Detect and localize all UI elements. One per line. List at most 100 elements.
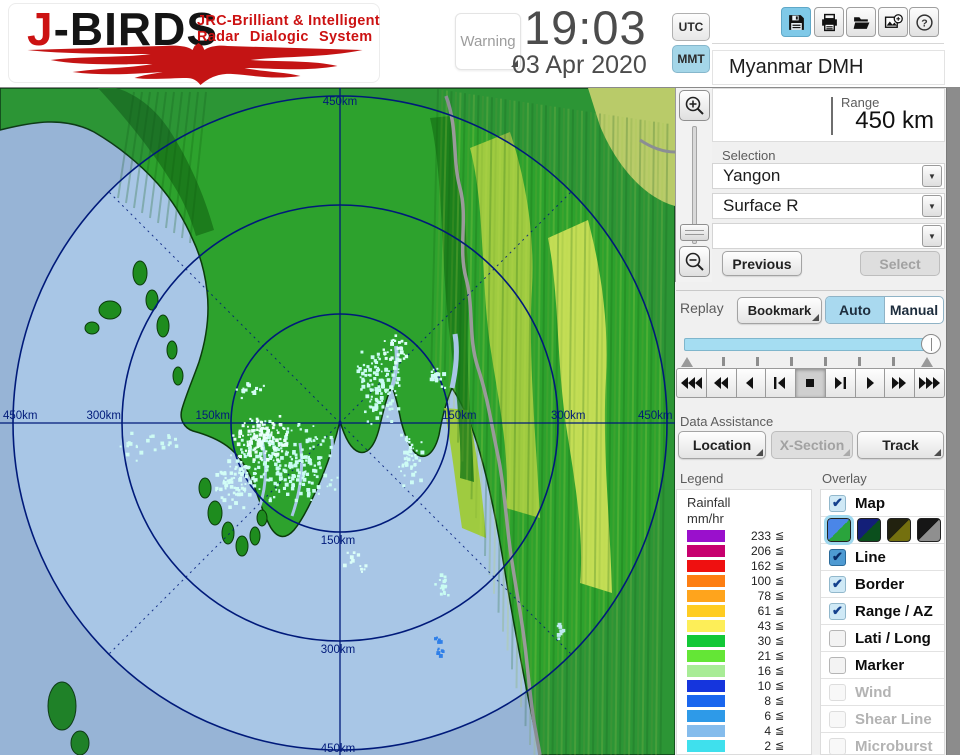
- range-ring-label: 450km: [321, 743, 356, 755]
- lte-symbol: ≦: [775, 545, 785, 557]
- print-button[interactable]: [814, 7, 844, 37]
- legend-panel: Rainfall mm/hr 233 ≦ 206 ≦ 162 ≦ 100 ≦ 78 ≦ 61 ≦ 43 ≦…: [676, 489, 812, 755]
- fast-rewind-button[interactable]: [705, 368, 737, 398]
- jump-forward-button[interactable]: [914, 368, 946, 398]
- corner-resize-icon: [934, 449, 941, 456]
- overlay-item-label: Range / AZ: [855, 602, 933, 620]
- help-button[interactable]: ?: [909, 7, 939, 37]
- section-divider: [676, 290, 944, 291]
- legend-color-swatch: [687, 635, 725, 647]
- map-zoom-controls: [675, 88, 712, 282]
- printer-icon: [821, 13, 837, 31]
- legend-row: 78 ≦: [677, 589, 813, 604]
- play-reverse-button[interactable]: [735, 368, 767, 398]
- product-dropdown[interactable]: Surface R ▼: [712, 193, 945, 219]
- fast-forward-button[interactable]: [884, 368, 916, 398]
- utc-toggle-button[interactable]: UTC: [672, 13, 710, 41]
- legend-value: 30: [757, 634, 771, 648]
- legend-value: 8: [764, 694, 771, 708]
- range-ring-label: 150km: [321, 535, 356, 547]
- help-icon: ?: [915, 13, 933, 31]
- lte-symbol: ≦: [775, 530, 785, 542]
- header: J-BIRDS JRC-Brilliant & Intelligent Rada…: [0, 0, 960, 88]
- stop-button[interactable]: [795, 368, 826, 398]
- slider-tick: [858, 357, 861, 366]
- legend-row: 100 ≦: [677, 574, 813, 589]
- bookmark-button[interactable]: Bookmark: [737, 297, 822, 324]
- overlay-row-range-az: Range / AZ: [821, 598, 944, 625]
- play-button[interactable]: [854, 368, 886, 398]
- site-dropdown[interactable]: Yangon ▼: [712, 163, 945, 189]
- legend-label: Legend: [680, 471, 724, 486]
- manual-label: Manual: [889, 302, 939, 318]
- overlay-item-label: Microburst: [855, 737, 933, 755]
- overlay-item-label: Border: [855, 575, 905, 593]
- folder-icon: [853, 16, 869, 29]
- chevron-down-icon[interactable]: ▼: [922, 225, 942, 247]
- open-folder-button[interactable]: [846, 7, 876, 37]
- legend-value: 61: [757, 604, 771, 618]
- button-label: Track: [882, 437, 919, 453]
- jump-back-button[interactable]: [676, 368, 707, 398]
- checkbox-line[interactable]: [829, 548, 846, 566]
- fast-rewind-icon: [713, 377, 728, 389]
- auto-mode-button[interactable]: Auto: [826, 297, 884, 323]
- extra-dropdown[interactable]: ▼: [712, 223, 945, 249]
- save-button[interactable]: [781, 7, 811, 37]
- replay-slider-track[interactable]: [684, 338, 936, 351]
- overlay-panel: Map Line Border Range / AZ Lati / Long Marker…: [820, 489, 945, 755]
- checkbox-map[interactable]: [829, 494, 846, 512]
- lte-symbol: ≦: [775, 695, 785, 707]
- map-style-swatch-2[interactable]: [857, 518, 881, 542]
- play-icon: [866, 377, 874, 389]
- replay-slider-thumb[interactable]: [921, 334, 941, 354]
- legend-color-swatch: [687, 695, 725, 707]
- legend-row: 10 ≦: [677, 679, 813, 694]
- window-edge-strip: [946, 88, 960, 755]
- checkbox-lati-long[interactable]: [829, 629, 846, 647]
- mmt-toggle-button[interactable]: MMT: [672, 45, 710, 73]
- track-button[interactable]: Track: [857, 431, 944, 459]
- legend-row: 16 ≦: [677, 664, 813, 679]
- jump-forward-icon: [919, 377, 941, 389]
- step-back-button[interactable]: [765, 368, 797, 398]
- chevron-down-icon[interactable]: ▼: [922, 195, 942, 217]
- radar-map[interactable]: 450km 300km 150km 150km 300km 450km 450km 150km…: [0, 88, 675, 755]
- legend-color-swatch: [687, 680, 725, 692]
- snapshot-button[interactable]: [878, 7, 908, 37]
- select-button[interactable]: Select: [860, 251, 940, 276]
- legend-color-swatch: [687, 650, 725, 662]
- lte-symbol: ≦: [775, 620, 785, 632]
- legend-color-swatch: [687, 605, 725, 617]
- slider-tick: [722, 357, 725, 366]
- previous-button[interactable]: Previous: [722, 251, 802, 276]
- map-style-swatch-3[interactable]: [887, 518, 911, 542]
- slider-end-marker: [921, 357, 933, 367]
- slider-tick: [756, 357, 759, 366]
- zoom-slider-thumb[interactable]: [680, 224, 709, 241]
- chevron-down-icon[interactable]: ▼: [922, 165, 942, 187]
- step-forward-button[interactable]: [824, 368, 856, 398]
- overlay-row-marker: Marker: [821, 652, 944, 679]
- range-ring-label: 450km: [3, 410, 38, 422]
- range-ring-label: 150km: [442, 410, 477, 422]
- manual-mode-button[interactable]: Manual: [884, 297, 943, 323]
- legend-color-swatch: [687, 740, 725, 752]
- zoom-out-button[interactable]: [679, 246, 710, 277]
- overlay-row-microburst: Microburst: [821, 733, 944, 755]
- legend-row: 6 ≦: [677, 709, 813, 724]
- legend-unit: mm/hr: [687, 511, 724, 526]
- legend-color-swatch: [687, 665, 725, 677]
- legend-value: 6: [764, 709, 771, 723]
- lte-symbol: ≦: [775, 605, 785, 617]
- x-section-button[interactable]: X-Section: [771, 431, 853, 459]
- overlay-row-line: Line: [821, 544, 944, 571]
- zoom-in-button[interactable]: [679, 90, 710, 121]
- range-divider: [831, 97, 833, 135]
- checkbox-marker[interactable]: [829, 656, 846, 674]
- checkbox-border[interactable]: [829, 575, 846, 593]
- location-button[interactable]: Location: [678, 431, 766, 459]
- map-style-swatch-1[interactable]: [824, 515, 854, 545]
- checkbox-range-az[interactable]: [829, 602, 846, 620]
- map-style-swatch-4[interactable]: [917, 518, 941, 542]
